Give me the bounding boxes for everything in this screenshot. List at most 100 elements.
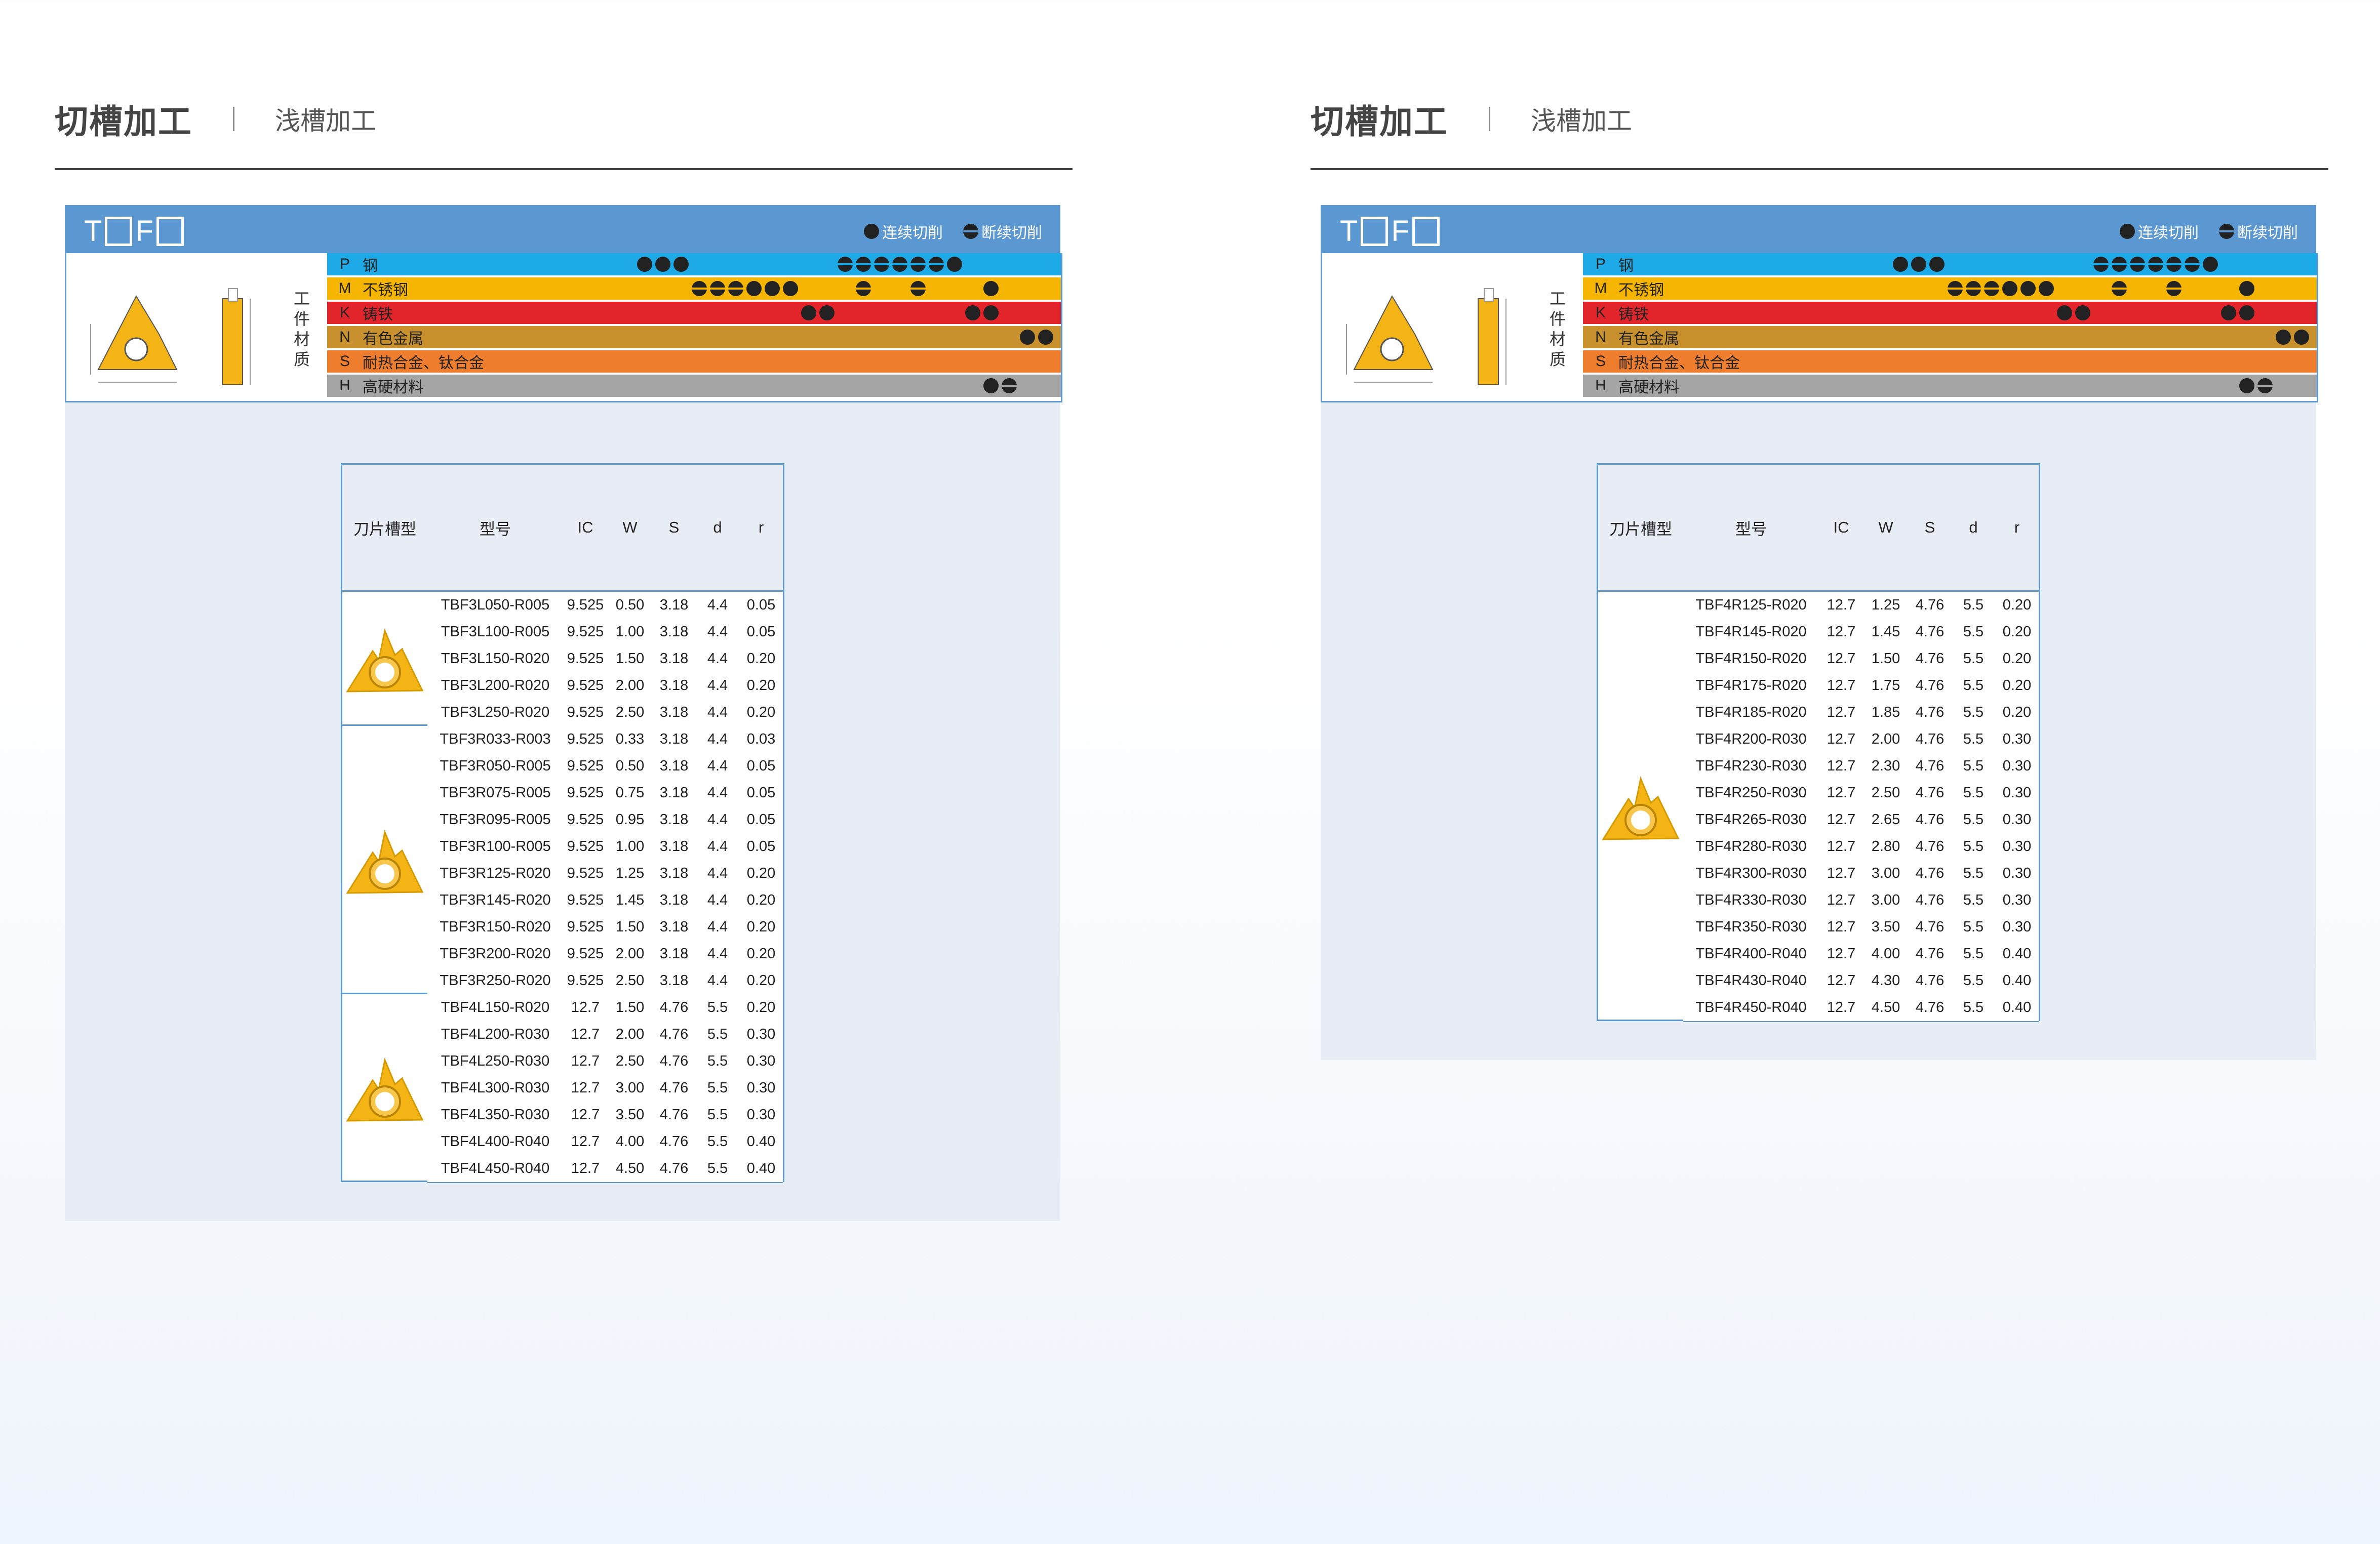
cell-ic: 12.7 bbox=[571, 1107, 600, 1123]
cell-w: 2.00 bbox=[615, 677, 645, 694]
cell-w: 1.85 bbox=[1871, 704, 1900, 720]
th-insert-type: 刀片槽型 bbox=[1609, 520, 1672, 538]
cell-r: 0.30 bbox=[746, 1026, 776, 1042]
material-name: 耐热合金、钛合金 bbox=[363, 355, 484, 372]
continuous-cut-icon bbox=[983, 281, 999, 296]
cell-r: 0.20 bbox=[746, 865, 776, 881]
cell-d: 5.5 bbox=[707, 1160, 728, 1176]
cell-d: 5.5 bbox=[707, 1053, 728, 1069]
cell-model: TBF4L400-R040 bbox=[441, 1133, 550, 1150]
cell-model: TBF4R185-R020 bbox=[1695, 704, 1807, 720]
cell-ic: 9.525 bbox=[567, 811, 604, 828]
cell-s: 4.76 bbox=[1915, 946, 1945, 962]
material-row-k: K 铸铁 bbox=[1583, 302, 2317, 324]
cell-s: 4.76 bbox=[1915, 597, 1945, 613]
cell-d: 5.5 bbox=[1963, 892, 1984, 908]
cell-ic: 9.525 bbox=[567, 865, 604, 881]
table-row: TBF4R430-R040 12.7 4.30 4.76 5.5 0.40 bbox=[1683, 967, 2039, 995]
cell-w: 0.95 bbox=[615, 811, 645, 828]
interrupted-cut-icon bbox=[728, 281, 743, 296]
cell-w: 1.45 bbox=[1871, 624, 1900, 640]
material-code: H bbox=[339, 377, 350, 394]
material-row-p: P钢 bbox=[1583, 253, 2317, 275]
cell-s: 3.18 bbox=[659, 811, 689, 828]
cell-r: 0.30 bbox=[2002, 919, 2032, 935]
cell-w: 1.50 bbox=[615, 651, 645, 667]
insert-image-cell bbox=[342, 726, 427, 994]
cell-s: 3.18 bbox=[659, 731, 689, 747]
cell-model: TBF4R230-R030 bbox=[1695, 758, 1807, 774]
cell-d: 5.5 bbox=[1963, 785, 1984, 801]
interrupted-cut-icon bbox=[2185, 257, 2200, 272]
cell-model: TBF4R175-R020 bbox=[1695, 677, 1807, 694]
insert-spec-table: 刀片槽型 型号 IC W S d r TBF4R125-R020 12.7 1.25… bbox=[1597, 463, 2040, 1022]
cell-d: 5.5 bbox=[1963, 677, 1984, 694]
cell-w: 1.50 bbox=[615, 999, 645, 1015]
cell-model: TBF4R125-R020 bbox=[1695, 597, 1807, 613]
table-row: TBF4R400-R040 12.7 4.00 4.76 5.5 0.40 bbox=[1683, 941, 2039, 968]
header-rule bbox=[55, 168, 1073, 170]
interrupted-cut-icon bbox=[1966, 281, 1981, 296]
cell-d: 5.5 bbox=[1963, 838, 1984, 855]
cell-model: TBF3R200-R020 bbox=[440, 946, 551, 962]
cell-model: TBF4R200-R030 bbox=[1695, 731, 1807, 747]
section-header: 切槽加工 浅槽加工 bbox=[55, 96, 376, 142]
cell-model: TBF4R280-R030 bbox=[1695, 838, 1807, 855]
cell-model: TBF4L250-R030 bbox=[441, 1053, 550, 1069]
cell-w: 2.50 bbox=[615, 1053, 645, 1069]
insert-drawing bbox=[70, 268, 275, 397]
continuous-cut-icon bbox=[2239, 378, 2254, 393]
cell-r: 0.30 bbox=[2002, 785, 2032, 801]
th-r: r bbox=[2014, 518, 2020, 536]
cell-r: 0.20 bbox=[2002, 677, 2032, 694]
table-row: TBF4L250-R030 12.7 2.50 4.76 5.5 0.30 bbox=[427, 1048, 783, 1076]
cell-r: 0.40 bbox=[2002, 972, 2032, 989]
cell-s: 3.18 bbox=[659, 651, 689, 667]
cell-w: 1.25 bbox=[615, 865, 645, 881]
material-code: S bbox=[339, 353, 350, 370]
cell-d: 4.4 bbox=[707, 946, 728, 962]
cell-s: 4.76 bbox=[1915, 758, 1945, 774]
cell-w: 2.50 bbox=[1871, 785, 1900, 801]
continuous-cut-icon bbox=[2239, 281, 2254, 296]
interrupted-cut-icon bbox=[1984, 281, 1999, 296]
continuous-cut-icon bbox=[983, 378, 999, 393]
interrupted-cut-icon bbox=[2166, 257, 2181, 272]
cell-w: 2.50 bbox=[615, 972, 645, 989]
cell-r: 0.20 bbox=[746, 677, 776, 694]
cell-model: TBF3R150-R020 bbox=[440, 919, 551, 935]
cell-r: 0.40 bbox=[746, 1133, 776, 1150]
cell-ic: 9.525 bbox=[567, 892, 604, 908]
cell-r: 0.20 bbox=[746, 892, 776, 908]
insert-technical-drawing-icon bbox=[90, 288, 251, 385]
continuous-cut-icon bbox=[673, 257, 689, 272]
cell-s: 4.76 bbox=[1915, 704, 1945, 720]
cell-d: 5.5 bbox=[1963, 999, 1984, 1015]
cell-model: TBF4R430-R040 bbox=[1695, 972, 1807, 989]
work-material-label: 工件材质 bbox=[293, 290, 310, 369]
cell-model: TBF4R330-R030 bbox=[1695, 892, 1807, 908]
cell-r: 0.20 bbox=[746, 704, 776, 720]
cell-d: 5.5 bbox=[707, 1107, 728, 1123]
cell-model: TBF3L050-R005 bbox=[441, 597, 550, 613]
cell-w: 2.00 bbox=[615, 946, 645, 962]
th-ic: IC bbox=[1833, 518, 1849, 536]
cell-s: 4.76 bbox=[1915, 785, 1945, 801]
interrupted-cut-icon bbox=[1948, 281, 1963, 296]
cell-d: 4.4 bbox=[707, 811, 728, 828]
cell-r: 0.30 bbox=[2002, 892, 2032, 908]
cell-w: 0.50 bbox=[615, 758, 645, 774]
cell-d: 5.5 bbox=[1963, 624, 1984, 640]
cell-w: 2.65 bbox=[1871, 811, 1900, 828]
table-row: TBF3R050-R005 9.525 0.50 3.18 4.4 0.05 bbox=[427, 753, 783, 781]
cell-model: TBF4R400-R040 bbox=[1695, 946, 1807, 962]
cell-model: TBF4R450-R040 bbox=[1695, 999, 1807, 1015]
cell-d: 4.4 bbox=[707, 972, 728, 989]
cell-d: 5.5 bbox=[707, 1080, 728, 1096]
cell-w: 1.25 bbox=[1871, 597, 1900, 613]
cell-d: 5.5 bbox=[1963, 597, 1984, 613]
cell-w: 2.50 bbox=[615, 704, 645, 720]
cell-ic: 12.7 bbox=[571, 1080, 600, 1096]
series-prefix-t: T bbox=[84, 215, 102, 248]
continuous-cut-icon bbox=[2002, 281, 2017, 296]
